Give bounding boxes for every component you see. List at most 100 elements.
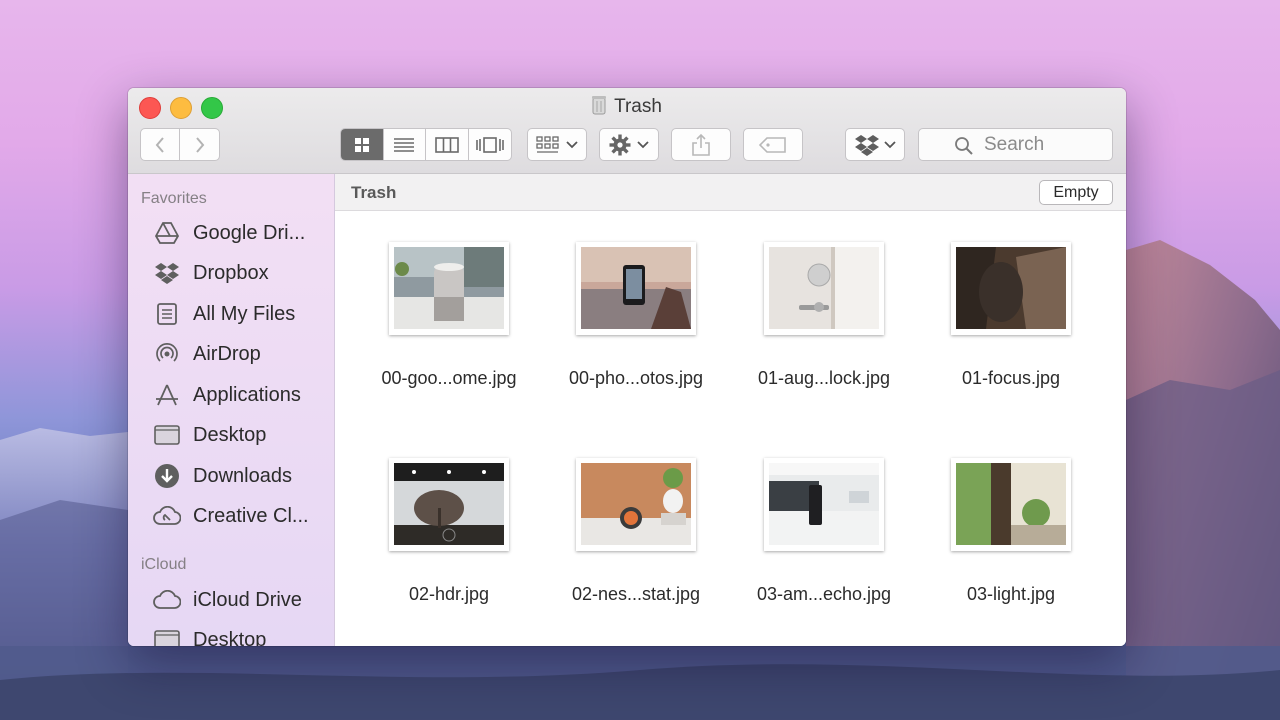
file-thumbnail — [576, 242, 696, 335]
sidebar-item-label: AirDrop — [193, 342, 261, 365]
sidebar-item-downloads[interactable]: Downloads — [153, 460, 292, 492]
desktop-icon — [153, 626, 181, 646]
finder-window: Trash Search Favorites Google Dri... Dro… — [128, 88, 1126, 646]
dropbox-button[interactable] — [845, 128, 905, 161]
photo-light — [956, 463, 1066, 545]
file-thumbnail — [576, 458, 696, 551]
share-icon — [692, 133, 710, 156]
window-title-text: Trash — [614, 96, 662, 117]
arrange-button[interactable] — [527, 128, 587, 161]
file-item[interactable]: 00-goo...ome.jpg — [369, 242, 529, 392]
sidebar-item-label: Dropbox — [193, 261, 269, 284]
action-button[interactable] — [599, 128, 659, 161]
airdrop-icon — [153, 340, 181, 368]
sidebar-item-applications[interactable]: Applications — [153, 379, 301, 411]
chevron-left-icon — [155, 136, 164, 153]
nav-buttons — [140, 128, 220, 161]
photo-hdr — [394, 463, 504, 545]
sidebar-item-airdrop[interactable]: AirDrop — [153, 338, 261, 370]
file-item[interactable]: 00-pho...otos.jpg — [556, 242, 716, 392]
view-mode-control — [340, 128, 512, 161]
tag-icon — [759, 136, 786, 153]
sidebar-item-icloud-drive[interactable]: iCloud Drive — [153, 584, 302, 616]
file-name: 00-goo...ome.jpg — [381, 368, 517, 388]
chevron-down-icon — [637, 140, 649, 148]
downloads-icon — [153, 462, 181, 490]
search-input[interactable] — [982, 132, 1126, 157]
icon-view-button[interactable] — [341, 129, 384, 160]
file-name: 02-hdr.jpg — [408, 584, 490, 604]
sidebar-item-label: All My Files — [193, 302, 296, 325]
sidebar-item-dropbox[interactable]: Dropbox — [153, 257, 269, 289]
sidebar-header-icloud: iCloud — [141, 556, 187, 573]
gear-icon — [609, 134, 631, 155]
sidebar: Favorites Google Dri... Dropbox All My F… — [128, 174, 335, 646]
sidebar-item-all-my-files[interactable]: All My Files — [153, 298, 295, 330]
cover-flow-view-button[interactable] — [469, 129, 511, 160]
sidebar-header-favorites: Favorites — [141, 190, 207, 207]
sidebar-item-label: Google Dri... — [193, 221, 306, 244]
dropbox-icon — [153, 259, 181, 287]
chevron-down-icon — [566, 140, 578, 148]
file-thumbnail — [389, 458, 509, 551]
dropbox-icon — [854, 134, 879, 156]
arrange-grid-icon — [536, 135, 559, 153]
column-view-button[interactable] — [426, 129, 469, 160]
cover-flow-icon — [475, 136, 504, 153]
file-item[interactable]: 03-light.jpg — [931, 458, 1091, 608]
file-name: 01-focus.jpg — [961, 368, 1061, 388]
column-view-icon — [434, 136, 459, 153]
file-item[interactable]: 02-hdr.jpg — [369, 458, 529, 608]
photo-focus — [956, 247, 1066, 329]
creative-cloud-icon — [153, 502, 181, 530]
file-thumbnail — [951, 242, 1071, 335]
chevron-right-icon — [195, 136, 204, 153]
file-thumbnail — [389, 242, 509, 335]
photo-google-home — [394, 247, 504, 329]
toolbar: Trash — [128, 88, 1126, 174]
photo-august-lock — [769, 247, 879, 329]
share-button[interactable] — [671, 128, 731, 161]
back-button[interactable] — [141, 129, 181, 160]
list-view-icon — [394, 137, 415, 152]
file-thumbnail — [951, 458, 1071, 551]
sidebar-item-label: Creative Cl... — [193, 504, 309, 527]
search-field[interactable] — [918, 128, 1126, 161]
applications-icon — [153, 381, 181, 409]
sidebar-item-label: Desktop — [193, 628, 267, 647]
file-name: 03-am...echo.jpg — [756, 584, 892, 604]
sidebar-item-label: Downloads — [193, 464, 292, 487]
forward-button[interactable] — [180, 129, 219, 160]
file-thumbnail — [764, 458, 884, 551]
empty-trash-button[interactable]: Empty — [1039, 180, 1113, 205]
photo-amazon-echo — [769, 463, 879, 545]
desktop-icon — [153, 421, 181, 449]
file-browser: Trash Empty 00-goo...ome.jpg 00-pho...ot… — [335, 174, 1126, 646]
search-icon — [955, 137, 973, 155]
sidebar-item-creative-cloud[interactable]: Creative Cl... — [153, 500, 309, 532]
all-files-icon — [153, 300, 181, 328]
window-title: Trash — [128, 95, 1126, 121]
file-item[interactable]: 01-aug...lock.jpg — [744, 242, 904, 392]
trash-icon — [592, 95, 607, 121]
file-item[interactable]: 01-focus.jpg — [931, 242, 1091, 392]
file-item[interactable]: 03-am...echo.jpg — [744, 458, 904, 608]
google-drive-icon — [153, 219, 181, 247]
sidebar-item-google-drive[interactable]: Google Dri... — [153, 217, 305, 249]
file-thumbnail — [764, 242, 884, 335]
file-item[interactable]: 02-nes...stat.jpg — [556, 458, 716, 608]
file-name: 03-light.jpg — [966, 584, 1056, 604]
tag-button[interactable] — [743, 128, 803, 161]
file-name: 00-pho...otos.jpg — [568, 368, 704, 388]
sidebar-item-icloud-desktop[interactable]: Desktop — [153, 624, 266, 646]
sidebar-item-desktop[interactable]: Desktop — [153, 419, 266, 451]
cloud-icon — [153, 586, 181, 614]
chevron-down-icon — [883, 140, 896, 148]
icon-view-icon — [354, 137, 369, 152]
sidebar-item-label: Applications — [193, 383, 301, 406]
list-view-button[interactable] — [384, 129, 426, 160]
path-bar: Trash Empty — [335, 174, 1126, 211]
sidebar-item-label: Desktop — [193, 423, 267, 446]
photo-phone-photos — [581, 247, 691, 329]
sidebar-item-label: iCloud Drive — [193, 588, 302, 611]
